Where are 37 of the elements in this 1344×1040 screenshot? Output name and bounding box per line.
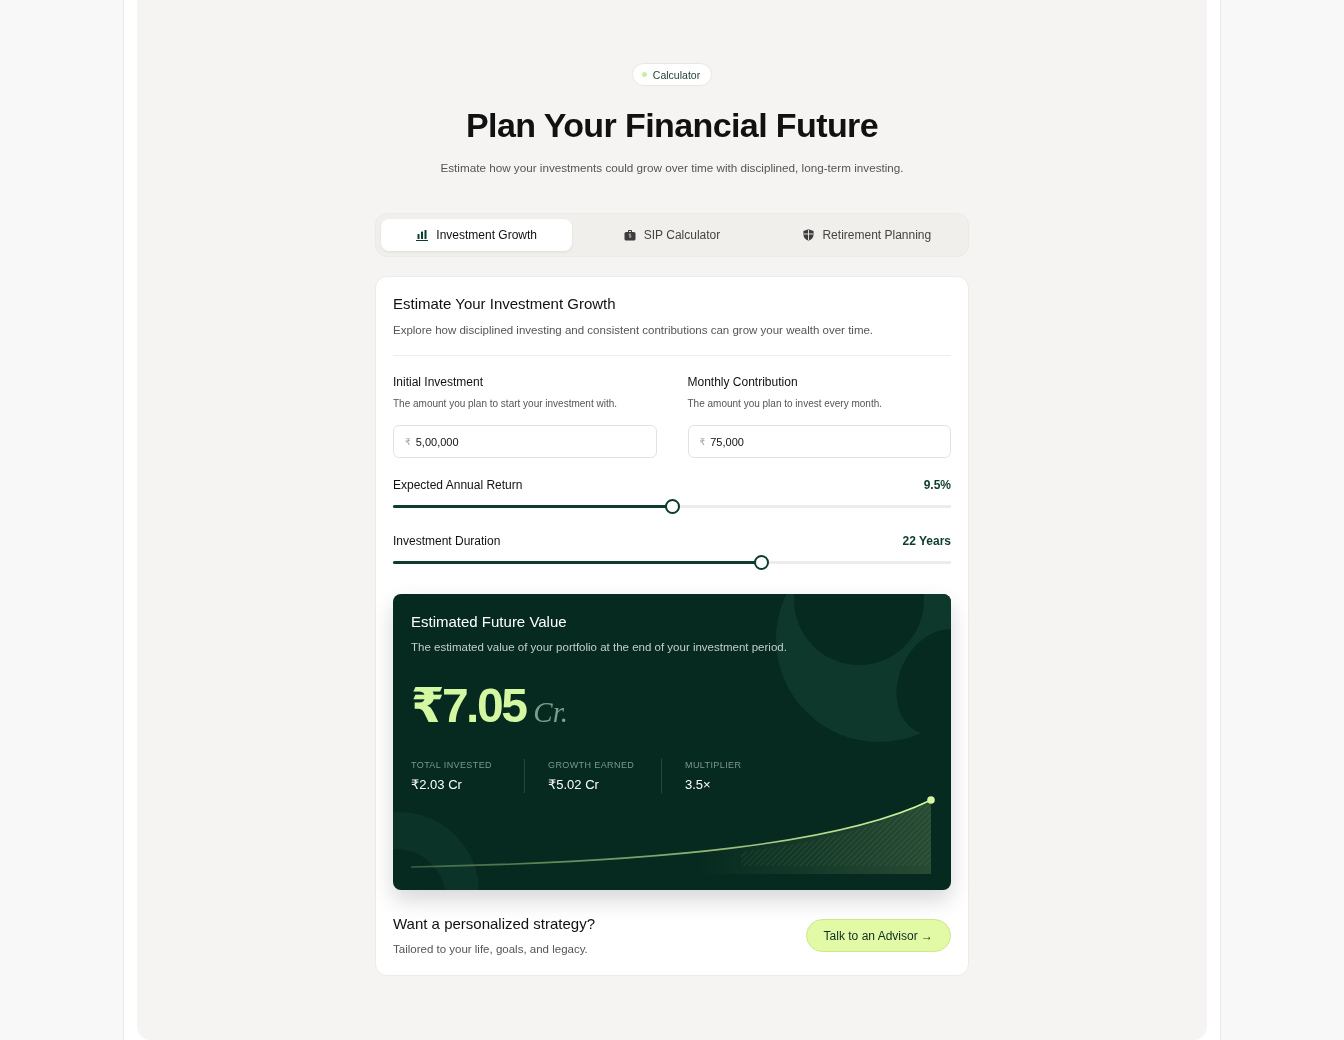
amount-unit: Cr. (533, 696, 568, 729)
badge-label: Calculator (652, 68, 701, 81)
slider-thumb[interactable] (753, 555, 769, 570)
tab[interactable]: Investment Growth (381, 219, 573, 251)
slider-thumb[interactable] (664, 499, 680, 514)
amount-input[interactable]: ₹ 75,000 (687, 425, 951, 458)
stat-value: ₹2.03 Cr (411, 777, 463, 793)
dot-icon (641, 72, 647, 77)
field-label: Monthly Contribution (687, 374, 799, 390)
future-value-amount: ₹7.05 (411, 680, 526, 732)
page-subtitle: Estimate how your investments could grow over time with disciplined, long-term investing. (440, 160, 904, 176)
stat-label: GROWTH EARNED (548, 759, 636, 771)
slider-label: Expected Annual Return (393, 478, 523, 492)
field-hint: The amount you plan to start your investment with. (393, 397, 618, 411)
tab[interactable]: Retirement Planning (771, 219, 963, 251)
card-description: Explore how disciplined investing and consistent contributions can grow your wealth over time. (393, 323, 875, 338)
page-title: Plan Your Financial Future (466, 105, 878, 146)
slider-value: 22 Years (902, 534, 951, 548)
result-description: The estimated value of your portfolio at the end of your investment period. (411, 640, 788, 655)
card-title: Estimate Your Investment Growth (393, 294, 617, 314)
amount-input[interactable]: ₹ 5,00,000 (393, 425, 657, 458)
shield-icon (803, 229, 815, 241)
briefcase-icon (623, 229, 636, 241)
result-title: Estimated Future Value (411, 612, 568, 632)
field-label: Initial Investment (393, 374, 485, 390)
stat-label: MULTIPLIER (685, 759, 743, 771)
stat-value: 3.5× (685, 777, 712, 793)
cta-subtitle: Tailored to your life, goals, and legacy. (393, 942, 589, 957)
field-hint: The amount you plan to invest every month. (687, 397, 884, 411)
tab[interactable]: SIP Calculator (576, 219, 768, 251)
advisor-button[interactable]: Talk to an Advisor → (805, 919, 951, 952)
slider-label: Investment Duration (393, 534, 501, 548)
slider-value: 9.5% (923, 478, 951, 492)
stat-label: TOTAL INVESTED (411, 759, 493, 771)
cta-title: Want a personalized strategy? (393, 914, 596, 934)
stat-value: ₹5.02 Cr (548, 777, 600, 793)
bar-chart-icon (416, 229, 429, 241)
